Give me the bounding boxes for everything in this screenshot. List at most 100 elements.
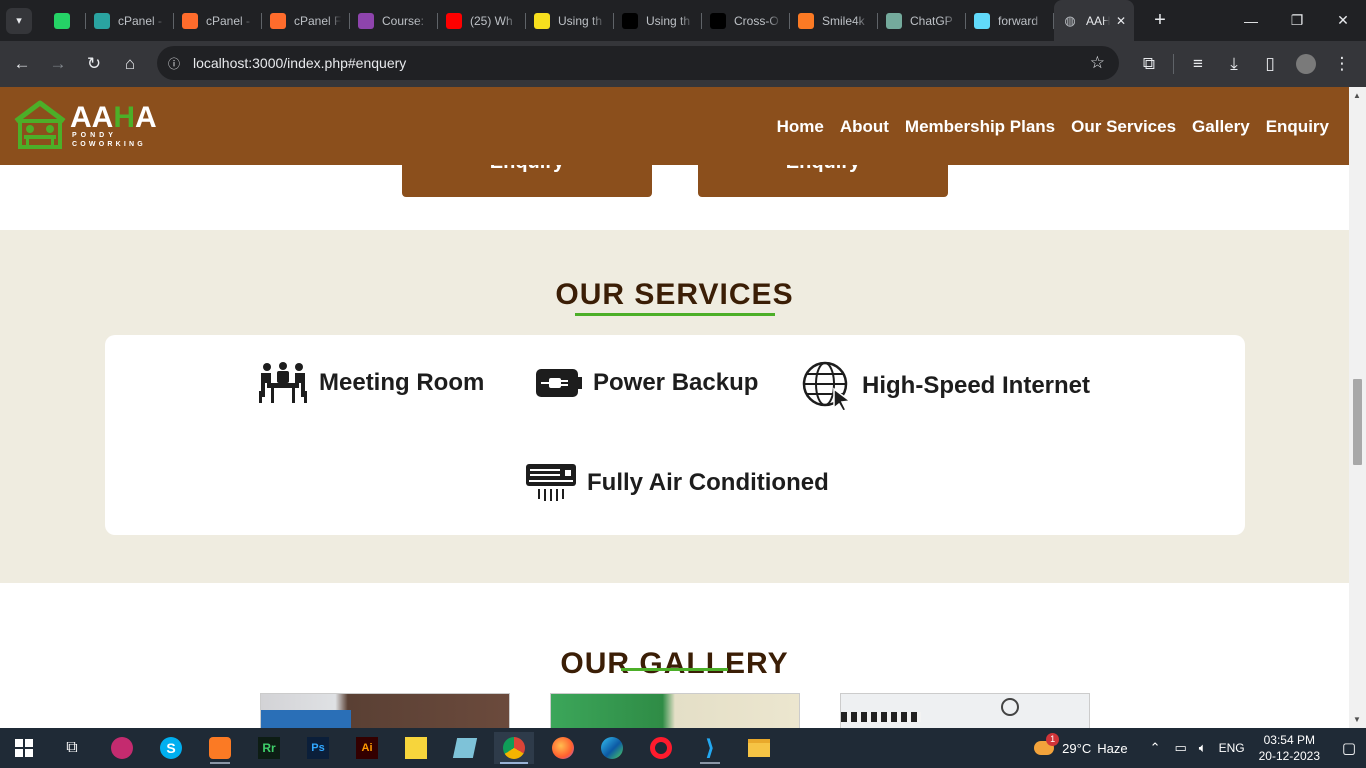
media-button[interactable]: ≡: [1180, 46, 1216, 82]
browser-tab[interactable]: Using th: [614, 0, 702, 41]
task-view-button[interactable]: ⧉: [52, 732, 92, 764]
taskbar-app[interactable]: Ai: [347, 732, 387, 764]
nav-membership-plans[interactable]: Membership Plans: [905, 117, 1055, 137]
browser-tab[interactable]: cPanel -: [174, 0, 262, 41]
js-icon: [534, 12, 550, 29]
start-button[interactable]: [4, 732, 44, 764]
taskbar-app[interactable]: ⟩: [690, 732, 730, 764]
profile-button[interactable]: [1288, 46, 1324, 82]
chevron-up-icon[interactable]: ⌃: [1150, 740, 1161, 756]
browser-tab[interactable]: Cross-O: [702, 0, 790, 41]
site-logo[interactable]: AAHA PONDY COWORKING: [12, 99, 162, 153]
browser-tab[interactable]: Smile4k: [790, 0, 878, 41]
puzzle-icon: ⧉: [1142, 54, 1156, 73]
bookmark-star-icon[interactable]: ☆: [1090, 53, 1105, 73]
tab-title: Using th: [558, 13, 603, 28]
kebab-menu-icon: ⋮: [1333, 54, 1351, 73]
side-panel-button[interactable]: ▯: [1252, 46, 1288, 82]
tab-search-button[interactable]: ▾: [6, 7, 32, 34]
arrow-left-icon: ←: [13, 54, 31, 73]
scroll-up-icon[interactable]: ▲: [1353, 91, 1361, 100]
edge-icon: [601, 737, 623, 759]
chatgpt-icon: [886, 12, 902, 29]
xampp-icon: [209, 737, 231, 759]
firefox-icon: [552, 737, 574, 759]
resolve-icon: Rr: [258, 737, 280, 759]
taskbar-app[interactable]: Ps: [298, 732, 338, 764]
nav-gallery[interactable]: Gallery: [1192, 117, 1250, 137]
clock[interactable]: 03:54 PM 20-12-2023: [1259, 732, 1320, 764]
browser-tab[interactable]: cPanel -: [86, 0, 174, 41]
taskbar-app[interactable]: Rr: [249, 732, 289, 764]
site-navbar: AAHA PONDY COWORKING Home About Membersh…: [0, 87, 1349, 165]
page-scrollbar[interactable]: ▲ ▼: [1349, 87, 1366, 728]
downloads-button[interactable]: ⤓: [1216, 46, 1252, 82]
close-window-button[interactable]: ✕: [1320, 0, 1366, 41]
playlist-icon: ≡: [1193, 54, 1203, 73]
chrome-icon: [503, 737, 525, 759]
extensions-button[interactable]: ⧉: [1131, 46, 1167, 82]
address-bar[interactable]: ⓘ localhost:3000/index.php#enquery ☆: [157, 46, 1119, 80]
close-tab-icon[interactable]: ✕: [1116, 14, 1126, 28]
nav-our-services[interactable]: Our Services: [1071, 117, 1176, 137]
browser-tab[interactable]: ChatGP: [878, 0, 966, 41]
gallery-image[interactable]: [260, 693, 510, 728]
medium-icon: [710, 12, 726, 29]
battery-plug-icon: [536, 369, 582, 397]
air-conditioner-icon: [526, 464, 576, 501]
url-text[interactable]: localhost:3000/index.php#enquery: [193, 55, 406, 71]
service-label: High-Speed Internet: [862, 372, 1091, 399]
scroll-down-icon[interactable]: ▼: [1353, 715, 1361, 724]
browser-tab-bar: ▾ cPanel - cPanel - cPanel F Course: (25) Wh…: [0, 0, 1366, 41]
windows-taskbar: ⧉ S Rr Ps Ai ⟩ 1 29°C Haze ⌃ ▭ 🔈︎ ENG 03…: [0, 728, 1366, 768]
coworking-house-icon: [14, 100, 66, 149]
home-button[interactable]: ⌂: [112, 46, 148, 82]
menu-button[interactable]: ⋮: [1324, 46, 1360, 82]
gallery-image[interactable]: [840, 693, 1090, 728]
browser-tab[interactable]: Using th: [526, 0, 614, 41]
service-label: Power Backup: [593, 369, 759, 396]
system-tray: 1 29°C Haze ⌃ ▭ 🔈︎ ENG 03:54 PM 20-12-20…: [1034, 728, 1366, 768]
browser-tab[interactable]: forward: [966, 0, 1054, 41]
course-icon: [358, 12, 374, 29]
forward-button[interactable]: →: [40, 46, 76, 82]
taskbar-app-chrome[interactable]: [494, 732, 534, 764]
browser-tab[interactable]: [46, 0, 86, 41]
download-icon: ⤓: [1230, 54, 1238, 73]
volume-icon[interactable]: 🔈︎: [1199, 740, 1207, 756]
scrollbar-thumb[interactable]: [1353, 379, 1362, 465]
new-tab-button[interactable]: +: [1146, 7, 1174, 35]
clock-time: 03:54 PM: [1263, 733, 1315, 747]
section-title: OUR GALLERY: [560, 647, 789, 680]
taskbar-app[interactable]: [543, 732, 583, 764]
nav-about[interactable]: About: [840, 117, 889, 137]
service-item: Fully Air Conditioned: [525, 463, 829, 503]
weather-widget[interactable]: 1 29°C Haze: [1034, 732, 1128, 756]
browser-tab[interactable]: Course:: [350, 0, 438, 41]
reload-button[interactable]: ↻: [76, 46, 112, 82]
file-explorer-icon: [748, 739, 770, 757]
site-info-icon[interactable]: ⓘ: [163, 52, 185, 74]
minimize-button[interactable]: —: [1228, 0, 1274, 41]
taskbar-app[interactable]: [396, 732, 436, 764]
nav-home[interactable]: Home: [777, 117, 824, 137]
globe-cursor-icon: [802, 361, 852, 411]
services-section: OUR SERVICES Meeting Room Power Backup H…: [0, 230, 1349, 583]
restore-button[interactable]: ❐: [1274, 0, 1320, 41]
language-indicator[interactable]: ENG: [1219, 741, 1245, 755]
active-tab[interactable]: ◍ AAH ✕: [1054, 0, 1134, 41]
back-button[interactable]: ←: [4, 46, 40, 82]
nav-enquiry[interactable]: Enquiry: [1266, 117, 1329, 137]
taskbar-app[interactable]: [102, 732, 142, 764]
taskbar-app[interactable]: [641, 732, 681, 764]
gallery-image[interactable]: [550, 693, 800, 728]
browser-tab[interactable]: cPanel F: [262, 0, 350, 41]
notifications-icon[interactable]: ▢: [1332, 739, 1366, 757]
browser-tab[interactable]: (25) Wh: [438, 0, 526, 41]
taskbar-app[interactable]: [200, 732, 240, 764]
taskbar-app[interactable]: [592, 732, 632, 764]
taskbar-app[interactable]: S: [151, 732, 191, 764]
network-icon[interactable]: ▭: [1174, 740, 1186, 756]
taskbar-app[interactable]: [739, 732, 779, 764]
taskbar-app[interactable]: [445, 732, 485, 764]
